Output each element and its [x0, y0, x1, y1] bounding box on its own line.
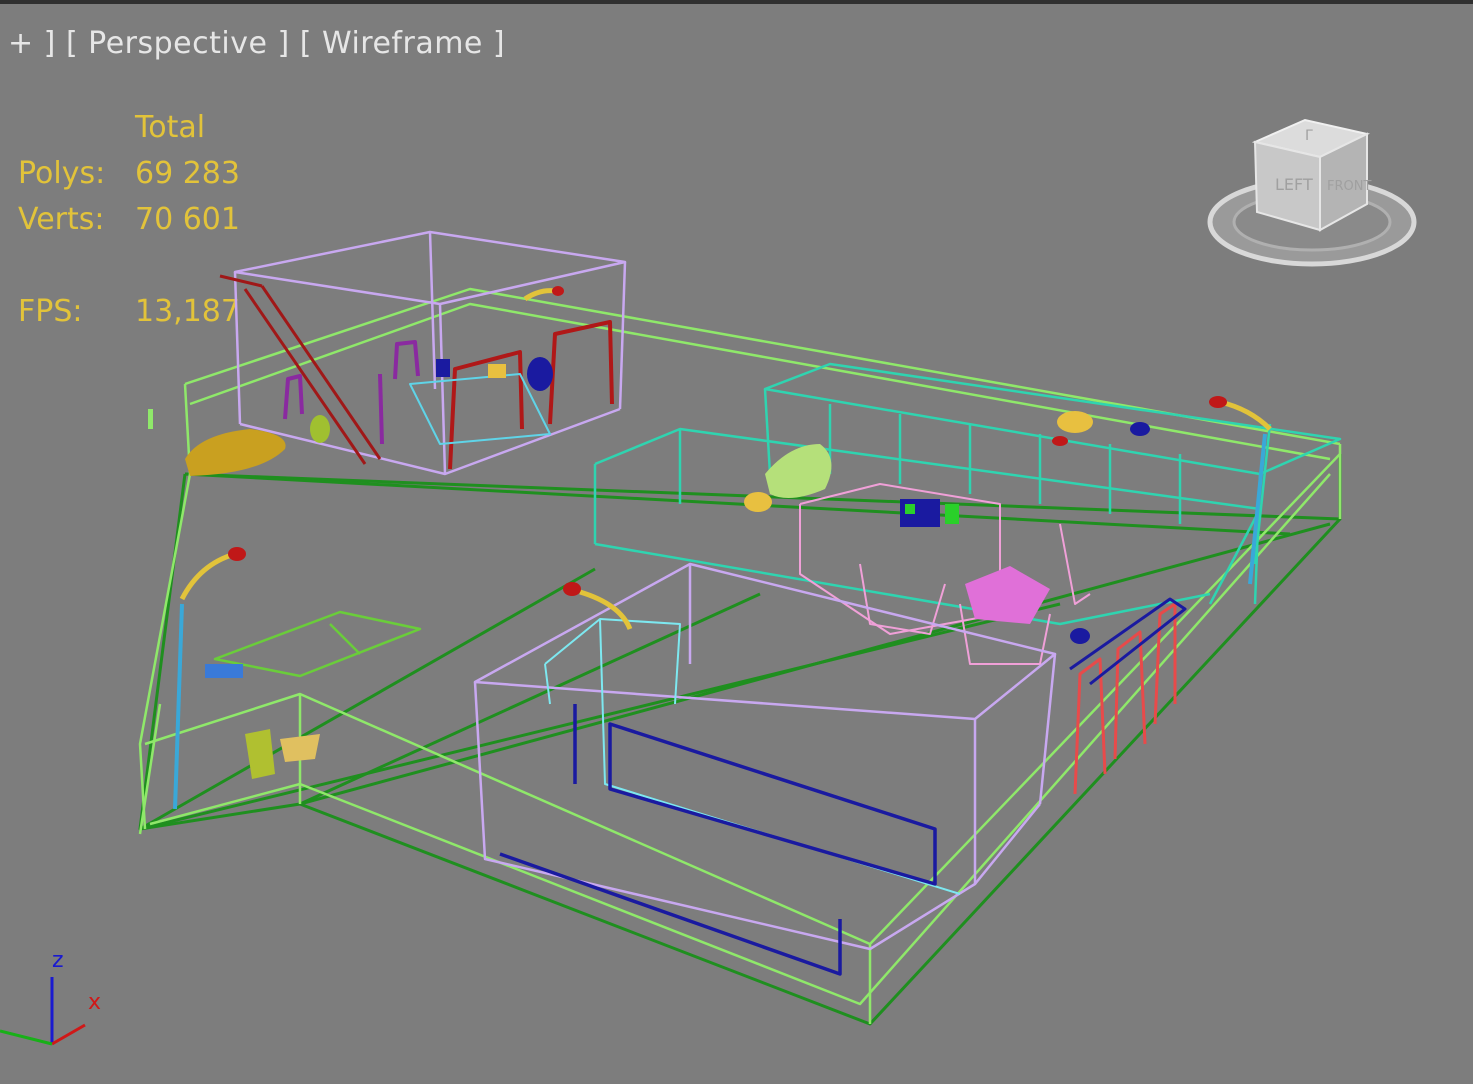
- arch-wire: [1073, 602, 1177, 795]
- viewcube-front-label: FRONT: [1327, 179, 1371, 194]
- upper-room-wire: [233, 230, 627, 476]
- viewcube-widget[interactable]: LEFT FRONT Г: [1205, 112, 1420, 272]
- lamp-poles-wire: [173, 433, 1267, 810]
- inner-frame-wire: [544, 618, 961, 895]
- axis-x-label: x: [88, 990, 101, 1015]
- viewcube-top-label: Г: [1305, 128, 1314, 144]
- perspective-viewport[interactable]: + ] [ Perspective ] [ Wireframe ] Total …: [0, 0, 1473, 1080]
- bench-wire: [213, 610, 422, 678]
- axis-z-label: z: [52, 948, 64, 973]
- axis-tripod-icon: z x: [0, 948, 101, 1046]
- viewcube-left-label: LEFT: [1275, 175, 1313, 194]
- pool-wire: [499, 704, 937, 976]
